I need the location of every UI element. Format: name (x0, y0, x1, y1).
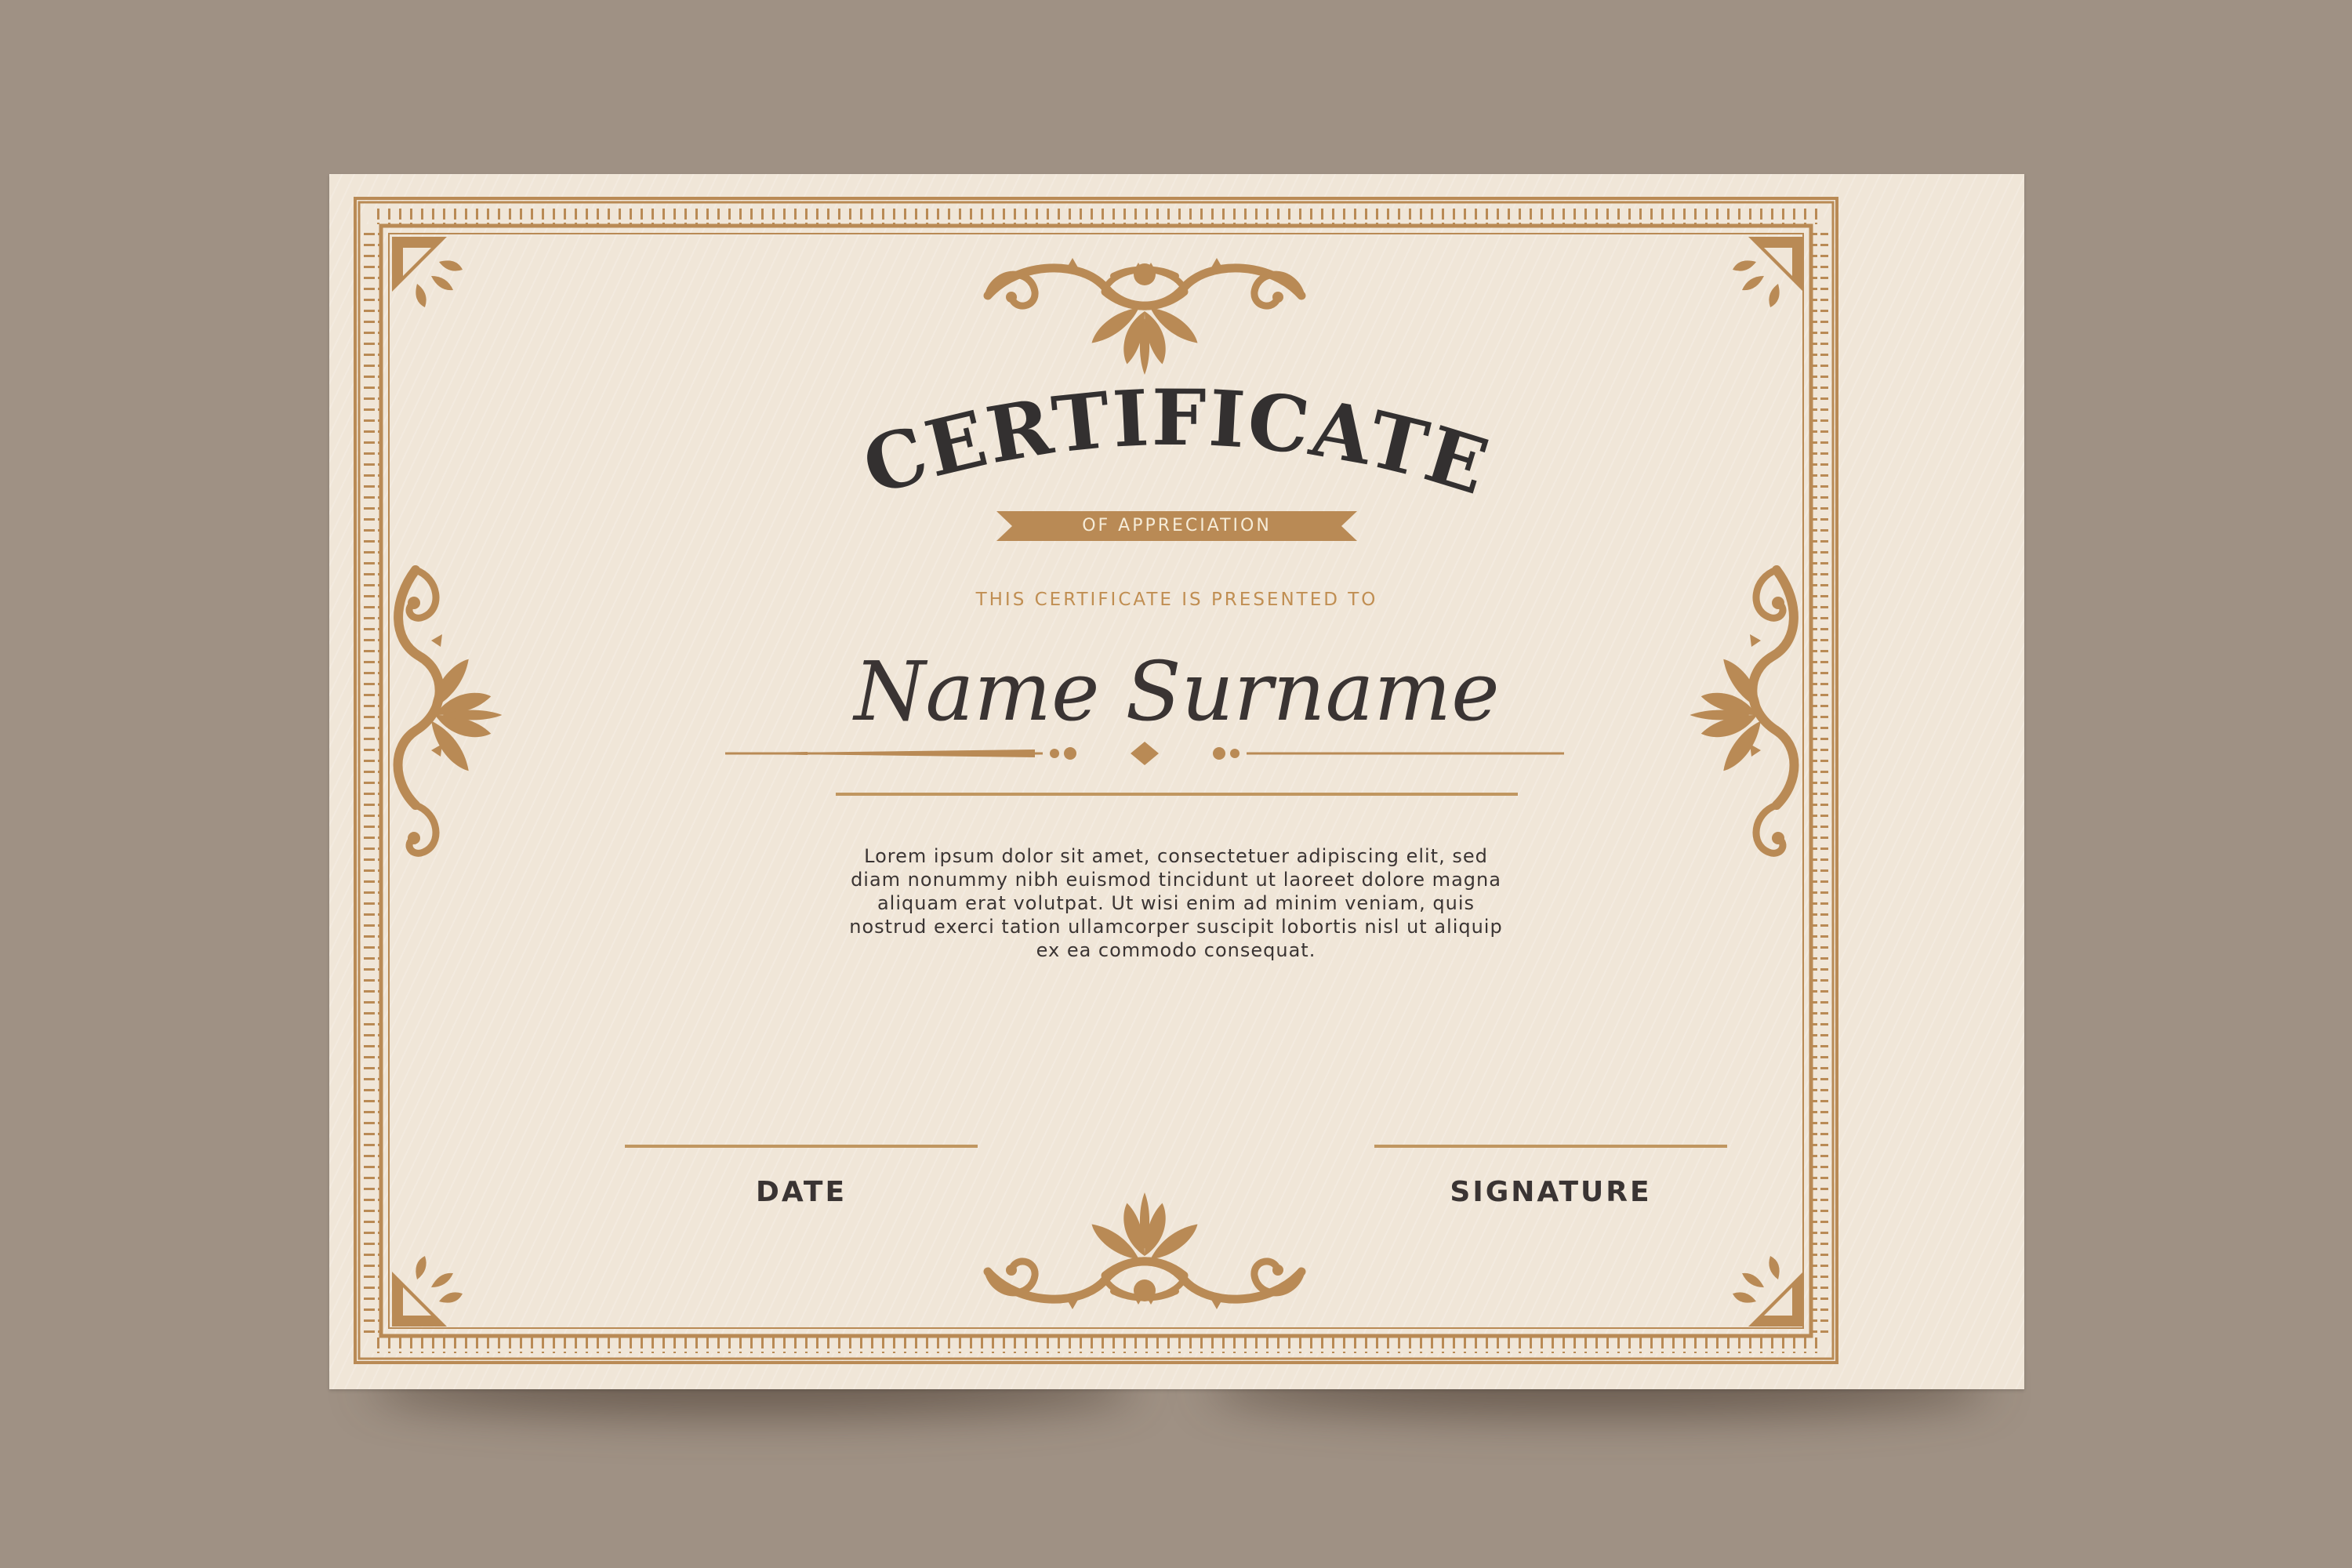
presented-to-text: THIS CERTIFICATE IS PRESENTED TO (975, 590, 1378, 610)
certificate-title: CERTIFICATE (853, 373, 1497, 514)
body-line: Lorem ipsum dolor sit amet, consectetuer… (864, 845, 1488, 867)
body-paragraph: Lorem ipsum dolor sit amet, consectetuer… (776, 844, 1576, 962)
body-line: diam nonummy nibh euismod tincidunt ut l… (851, 869, 1501, 891)
signature-label: SIGNATURE (1450, 1176, 1652, 1208)
name-underline (836, 793, 1518, 796)
body-line: nostrud exerci tation ullamcorper suscip… (849, 916, 1503, 938)
certificate-subtitle: OF APPRECIATION (1082, 516, 1272, 535)
body-line: aliquam erat volutpat. Ut wisi enim ad m… (877, 892, 1475, 914)
recipient-name: Name Surname (854, 644, 1500, 739)
body-line: ex ea commodo consequat. (1036, 939, 1316, 961)
signature-line (1374, 1145, 1727, 1148)
divider-ornament-icon (725, 742, 1564, 765)
bottom-flourish-icon (988, 1192, 1301, 1309)
certificate-card: CERTIFICATE OF APPRECIATION THIS CERTIFI… (329, 174, 2024, 1389)
date-label: DATE (755, 1176, 848, 1208)
title-arc: CERTIFICATE (853, 373, 1499, 514)
date-line (625, 1145, 978, 1148)
svg-text:CERTIFICATE: CERTIFICATE (853, 373, 1499, 514)
